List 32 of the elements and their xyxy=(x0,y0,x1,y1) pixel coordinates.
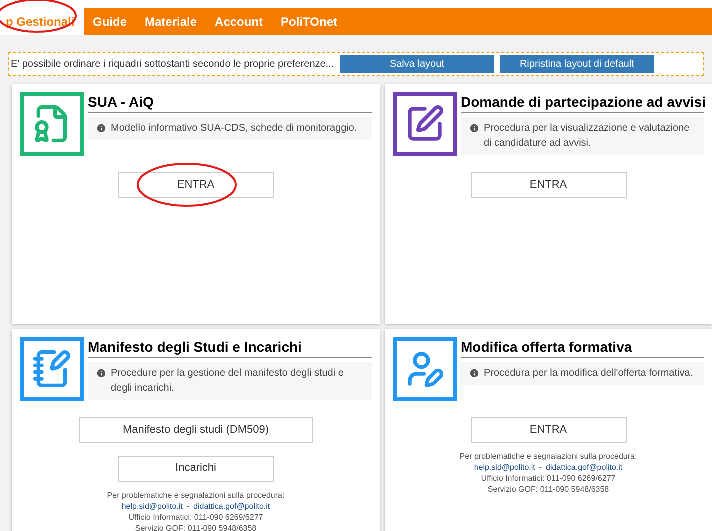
info-icon xyxy=(469,123,480,134)
card-title: Manifesto degli Studi e Incarichi xyxy=(88,337,372,358)
email-link[interactable]: help.sid@polito.it xyxy=(474,462,536,474)
entry-button[interactable]: Incarichi xyxy=(118,456,274,482)
info-icon xyxy=(469,368,480,379)
card-title: Domande di partecipazione ad avvisi xyxy=(461,92,704,113)
contact-line: Servizio GOF: 011-090 5948/6358 xyxy=(488,484,610,496)
contact-line: Servizio GOF: 011-090 5948/6358 xyxy=(135,522,257,531)
email-link[interactable]: didattica.gof@polito.it xyxy=(194,500,270,512)
card-description: Procedura per la modifica dell'offerta formativa. xyxy=(484,367,694,381)
contact-line: Ufficio Informatici: 011-090 6269/6277 xyxy=(481,473,616,484)
email-link[interactable]: didattica.gof@polito.it xyxy=(546,462,623,474)
contact-intro: Per problematiche e segnalazioni sulla procedura: xyxy=(460,451,638,462)
contact-line: Ufficio Informatici: 011-090 6269/6277 xyxy=(128,512,264,522)
card-description: Procedure per la gestione del manifesto degli studi e degli incarichi. xyxy=(111,367,345,396)
entry-button[interactable]: ENTRA xyxy=(118,172,274,198)
separator-text: - xyxy=(539,462,542,474)
layout-button[interactable]: Ripristina layout di default xyxy=(500,55,654,73)
contact-intro: Per problematiche e segnalazioni sulla procedura: xyxy=(107,490,285,500)
card-title: Modifica offerta formativa xyxy=(461,337,704,358)
card-description: Modello informativo SUA-CDS, schede di monitoraggio. xyxy=(111,122,358,136)
card-title: SUA - AiQ xyxy=(88,92,372,113)
email-link[interactable]: help.sid@polito.it xyxy=(122,500,183,512)
layout-hint: E' possibile ordinare i riquadri sottostanti secondo le proprie preferenze... xyxy=(11,58,334,72)
info-icon xyxy=(96,368,107,379)
info-icon xyxy=(96,123,107,134)
entry-button[interactable]: Manifesto degli studi (DM509) xyxy=(79,417,313,444)
card-description: Procedura per la visualizzazione e valutazione di candidature ad avvisi. xyxy=(484,122,691,151)
layout-button[interactable]: Salva layout xyxy=(340,55,494,73)
entry-button[interactable]: ENTRA xyxy=(470,172,626,198)
separator-text: - xyxy=(186,500,190,512)
entry-button[interactable]: ENTRA xyxy=(470,417,626,444)
